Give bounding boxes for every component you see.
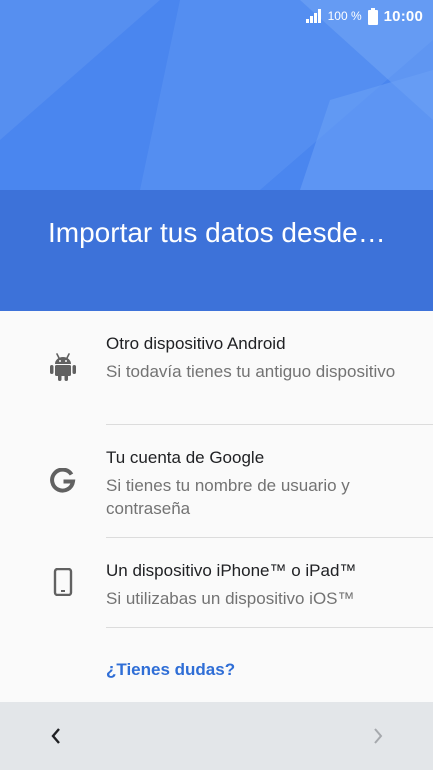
divider [106, 424, 433, 425]
option-subtitle: Si tienes tu nombre de usuario y contras… [106, 476, 350, 518]
option-subtitle: Si todavía tienes tu antiguo dispositivo [106, 362, 396, 381]
option-ios-device[interactable]: Un dispositivo iPhone™ o iPad™ Si utiliz… [0, 551, 433, 627]
divider [106, 537, 433, 538]
phone-icon [48, 567, 78, 597]
background-shapes [0, 0, 433, 190]
android-icon [48, 352, 78, 382]
navigation-bar [0, 702, 433, 770]
battery-icon [367, 7, 378, 25]
battery-percentage: 100 % [327, 9, 362, 23]
option-title: Un dispositivo iPhone™ o iPad™ [106, 561, 357, 580]
option-subtitle: Si utilizabas un dispositivo iOS™ [106, 589, 355, 608]
help-link[interactable]: ¿Tienes dudas? [106, 660, 235, 680]
option-title: Tu cuenta de Google [106, 448, 265, 467]
option-android-device[interactable]: Otro dispositivo Android Si todavía tien… [0, 324, 433, 424]
divider [106, 627, 433, 628]
status-bar: 100 % 10:00 [305, 6, 423, 26]
option-google-account[interactable]: Tu cuenta de Google Si tienes tu nombre … [0, 438, 433, 538]
option-title: Otro dispositivo Android [106, 334, 286, 353]
header-background [0, 0, 433, 190]
chevron-left-icon[interactable] [42, 722, 70, 750]
title-band: Importar tus datos desde… [0, 190, 433, 311]
chevron-right-icon[interactable] [364, 722, 392, 750]
signal-icon [305, 9, 321, 23]
page-title: Importar tus datos desde… [48, 217, 386, 248]
google-g-icon [48, 466, 78, 496]
clock: 10:00 [383, 7, 423, 25]
